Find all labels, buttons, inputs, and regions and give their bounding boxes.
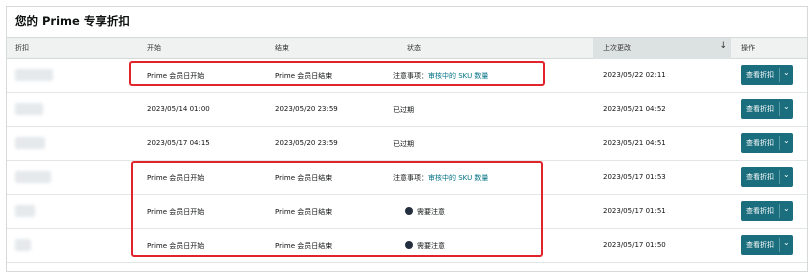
warning-icon [405,241,413,249]
view-discount-button[interactable]: 查看折扣 ⌄ [741,167,793,187]
table-row: Prime 会员日开始 Prime 会员日结束 注意事项：审核中的 SKU 数量… [7,59,807,93]
redacted-discount-name [15,205,35,217]
column-header-last-updated[interactable]: 上次更改 [603,43,631,53]
column-header-status[interactable]: 状态 [407,43,421,53]
chevron-down-icon[interactable]: ⌄ [783,238,790,247]
view-discount-label: 查看折扣 [746,207,774,215]
end-cell: 2023/05/20 23:59 [275,105,338,113]
column-header-end[interactable]: 结束 [275,43,289,53]
sku-review-link[interactable]: 审核中的 SKU 数量 [428,174,488,182]
redacted-discount-name [15,171,51,183]
start-cell: Prime 会员日开始 [147,242,205,250]
column-header-start[interactable]: 开始 [147,43,161,53]
view-discount-button[interactable]: 查看折扣 ⌄ [741,235,793,255]
status-cell: 已过期 [393,140,414,148]
status-prefix: 注意事项： [393,174,428,182]
view-discount-button[interactable]: 查看折扣 ⌄ [741,201,793,221]
status-cell: 注意事项：审核中的 SKU 数量 [393,173,488,183]
updated-cell: 2023/05/21 04:51 [603,139,666,147]
status-prefix: 注意事项： [393,72,428,80]
view-discount-label: 查看折扣 [746,71,774,79]
view-discount-button[interactable]: 查看折扣 ⌄ [741,99,793,119]
redacted-discount-name [15,137,45,149]
view-discount-button[interactable]: 查看折扣 ⌄ [741,65,793,85]
chevron-down-icon[interactable]: ⌄ [783,136,790,145]
updated-cell: 2023/05/17 01:50 [603,241,666,249]
status-cell: 已过期 [393,106,414,114]
status-text: 需要注意 [417,208,445,216]
status-cell: 注意事项：审核中的 SKU 数量 [393,71,488,81]
redacted-discount-name [15,239,31,251]
updated-cell: 2023/05/17 01:53 [603,173,666,181]
page-title: 您的 Prime 专享折扣 [15,14,130,28]
start-cell: Prime 会员日开始 [147,72,205,80]
end-cell: Prime 会员日结束 [275,242,333,250]
column-header-discount[interactable]: 折扣 [15,43,29,53]
updated-cell: 2023/05/22 02:11 [603,71,666,79]
table-row: 2023/05/17 04:15 2023/05/20 23:59 已过期 20… [7,127,807,161]
start-cell: Prime 会员日开始 [147,208,205,216]
chevron-down-icon[interactable]: ⌄ [783,102,790,111]
updated-cell: 2023/05/21 04:52 [603,105,666,113]
start-cell: 2023/05/17 04:15 [147,139,210,147]
chevron-down-icon[interactable]: ⌄ [783,204,790,213]
updated-cell: 2023/05/17 01:51 [603,207,666,215]
down-arrow-icon[interactable]: ↓ [719,41,727,51]
table-row: Prime 会员日开始 Prime 会员日结束 需要注意 2023/05/17 … [7,195,807,229]
table-header: 折扣 开始 结束 状态 上次更改 ↓ 操作 [7,37,807,59]
view-discount-label: 查看折扣 [746,105,774,113]
end-cell: Prime 会员日结束 [275,174,333,182]
redacted-discount-name [15,69,53,81]
start-cell: Prime 会员日开始 [147,174,205,182]
warning-icon [405,207,413,215]
view-discount-label: 查看折扣 [746,139,774,147]
start-cell: 2023/05/14 01:00 [147,105,210,113]
end-cell: 2023/05/20 23:59 [275,139,338,147]
status-cell: 需要注意 [405,241,445,251]
redacted-discount-name [15,103,43,115]
column-header-actions: 操作 [741,44,755,52]
status-cell: 需要注意 [405,207,445,217]
view-discount-button[interactable]: 查看折扣 ⌄ [741,133,793,153]
view-discount-label: 查看折扣 [746,173,774,181]
table-row: Prime 会员日开始 Prime 会员日结束 注意事项：审核中的 SKU 数量… [7,161,807,195]
chevron-down-icon[interactable]: ⌄ [783,170,790,179]
end-cell: Prime 会员日结束 [275,208,333,216]
table-row: 2023/05/14 01:00 2023/05/20 23:59 已过期 20… [7,93,807,127]
table-row: Prime 会员日开始 Prime 会员日结束 需要注意 2023/05/17 … [7,229,807,263]
status-text: 需要注意 [417,242,445,250]
view-discount-label: 查看折扣 [746,241,774,249]
end-cell: Prime 会员日结束 [275,72,333,80]
chevron-down-icon[interactable]: ⌄ [783,68,790,77]
sku-review-link[interactable]: 审核中的 SKU 数量 [428,72,488,80]
prime-discounts-panel: 您的 Prime 专享折扣 折扣 开始 结束 状态 上次更改 ↓ 操作 Prim… [6,6,808,272]
